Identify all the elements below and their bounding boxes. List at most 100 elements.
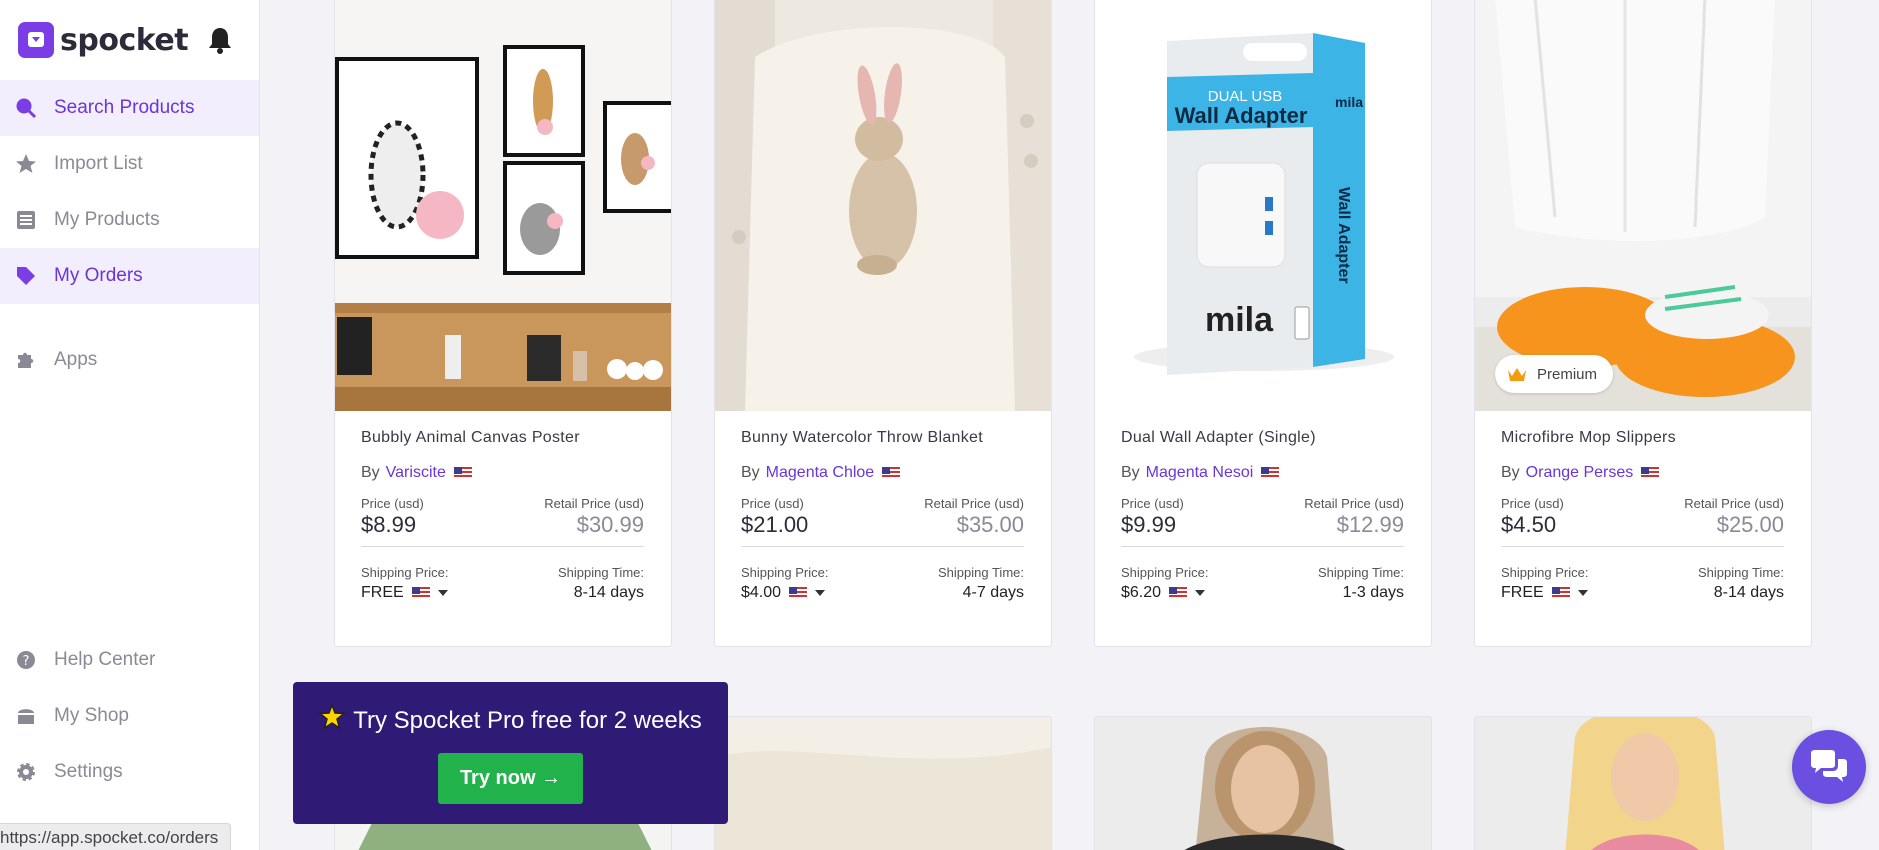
- star-icon: [318, 702, 347, 737]
- shipping-time-label: Shipping Time:: [1318, 565, 1404, 580]
- shipping-price-dropdown[interactable]: $4.00: [741, 584, 828, 602]
- tag-icon: [14, 264, 38, 288]
- supplier-link[interactable]: Variscite: [386, 464, 446, 482]
- star-icon: [14, 152, 38, 176]
- supplier-link[interactable]: Orange Perses: [1526, 464, 1634, 482]
- spocket-logo-icon: [18, 22, 54, 58]
- shipping-price-dropdown[interactable]: FREE: [1501, 584, 1588, 602]
- product-card[interactable]: Premium Microfibre Mop Slippers By Orange…: [1474, 0, 1812, 647]
- nav-spacer: [0, 304, 259, 332]
- product-card[interactable]: [1094, 716, 1432, 850]
- product-title[interactable]: Bubbly Animal Canvas Poster: [361, 429, 644, 449]
- puzzle-icon: [14, 348, 38, 372]
- divider: [1121, 546, 1404, 547]
- bottom-nav: ? Help Center My Shop Settings: [0, 632, 259, 800]
- pro-trial-banner: Try Spocket Pro free for 2 weeks Try now…: [293, 682, 728, 824]
- product-card[interactable]: [1474, 716, 1812, 850]
- shipping-price-value: FREE: [1501, 584, 1544, 601]
- supplier-link[interactable]: Magenta Nesoi: [1146, 464, 1254, 482]
- sidebar-item-my-shop[interactable]: My Shop: [0, 688, 259, 744]
- supplier-link[interactable]: Magenta Chloe: [766, 464, 875, 482]
- sidebar-item-my-orders[interactable]: My Orders: [0, 248, 259, 304]
- shop-icon: [14, 704, 38, 728]
- retail-price-label: Retail Price (usd): [1684, 496, 1784, 511]
- shipping-price-label: Shipping Price:: [741, 565, 829, 580]
- us-flag-icon: [1169, 587, 1188, 599]
- chat-icon: [1811, 750, 1847, 782]
- product-title[interactable]: Bunny Watercolor Throw Blanket: [741, 429, 1024, 449]
- shipping-price-value: $4.00: [741, 584, 782, 601]
- shipping-price-dropdown[interactable]: $6.20: [1121, 584, 1208, 602]
- product-image[interactable]: [1095, 717, 1431, 850]
- main-nav: Search Products Import List My Products …: [0, 80, 259, 388]
- sidebar-item-apps[interactable]: Apps: [0, 332, 259, 388]
- product-image[interactable]: [715, 717, 1051, 850]
- logo[interactable]: spocket: [0, 0, 259, 80]
- sidebar-item-settings[interactable]: Settings: [0, 744, 259, 800]
- shipping-time-value: 8-14 days: [1713, 584, 1784, 601]
- adapter-box-text: mila: [1205, 301, 1274, 339]
- price-label: Price (usd): [1501, 496, 1564, 511]
- sidebar-item-label: My Shop: [54, 705, 129, 726]
- divider: [1501, 546, 1784, 547]
- price-label: Price (usd): [741, 496, 804, 511]
- by-label: By: [361, 464, 380, 481]
- sidebar-item-label: Help Center: [54, 649, 156, 670]
- chat-button[interactable]: [1792, 730, 1866, 804]
- shipping-price-label: Shipping Price:: [1121, 565, 1209, 580]
- premium-label: Premium: [1537, 365, 1598, 383]
- price-label: Price (usd): [1121, 496, 1184, 511]
- retail-price-label: Retail Price (usd): [1304, 496, 1404, 511]
- retail-price-value: $12.99: [1336, 512, 1404, 537]
- product-title[interactable]: Dual Wall Adapter (Single): [1121, 429, 1404, 449]
- sidebar-item-label: My Products: [54, 209, 160, 230]
- shipping-price-value: $6.20: [1121, 584, 1162, 601]
- try-now-button[interactable]: Try now →: [437, 753, 584, 804]
- product-card[interactable]: Bunny Watercolor Throw Blanket By Magenta…: [714, 0, 1052, 647]
- retail-price-label: Retail Price (usd): [544, 496, 644, 511]
- product-image[interactable]: [715, 0, 1051, 411]
- shipping-price-label: Shipping Price:: [361, 565, 449, 580]
- product-image[interactable]: [335, 0, 671, 411]
- bell-icon[interactable]: [207, 26, 233, 59]
- us-flag-icon: [882, 467, 901, 479]
- shipping-time-label: Shipping Time:: [1698, 565, 1784, 580]
- retail-price-label: Retail Price (usd): [924, 496, 1024, 511]
- product-title[interactable]: Microfibre Mop Slippers: [1501, 429, 1784, 449]
- chevron-down-icon: [1195, 590, 1206, 596]
- shipping-time-value: 8-14 days: [573, 584, 644, 601]
- adapter-box-text: Wall Adapter: [1335, 187, 1352, 284]
- product-image[interactable]: DUAL USB Wall Adapter mila Wall Adapter …: [1095, 0, 1431, 411]
- premium-badge: Premium: [1495, 355, 1614, 393]
- product-image[interactable]: [1475, 717, 1811, 850]
- shipping-time-value: 1-3 days: [1342, 584, 1404, 601]
- us-flag-icon: [1551, 587, 1570, 599]
- us-flag-icon: [453, 467, 472, 479]
- shipping-price-dropdown[interactable]: FREE: [361, 584, 448, 602]
- product-image[interactable]: Premium: [1475, 0, 1811, 411]
- sidebar-item-my-products[interactable]: My Products: [0, 192, 259, 248]
- status-bar-url: https://app.spocket.co/orders: [0, 823, 232, 850]
- us-flag-icon: [789, 587, 808, 599]
- price-label: Price (usd): [361, 496, 424, 511]
- gear-icon: [14, 760, 38, 784]
- shipping-time-label: Shipping Time:: [558, 565, 644, 580]
- sidebar-item-search-products[interactable]: Search Products: [0, 80, 259, 136]
- sidebar-item-help-center[interactable]: ? Help Center: [0, 632, 259, 688]
- shipping-time-label: Shipping Time:: [938, 565, 1024, 580]
- us-flag-icon: [1641, 467, 1660, 479]
- list-icon: [14, 208, 38, 232]
- crown-icon: [1508, 368, 1526, 381]
- product-card[interactable]: [714, 716, 1052, 850]
- by-label: By: [1501, 464, 1520, 481]
- price-value: $4.50: [1501, 512, 1557, 537]
- retail-price-value: $30.99: [576, 512, 644, 537]
- product-card[interactable]: Bubbly Animal Canvas Poster By Variscite …: [334, 0, 672, 647]
- price-value: $9.99: [1121, 512, 1177, 537]
- promo-text: Try Spocket Pro free for 2 weeks: [353, 706, 702, 734]
- logo-text: spocket: [60, 22, 189, 58]
- product-card[interactable]: DUAL USB Wall Adapter mila Wall Adapter …: [1094, 0, 1432, 647]
- shipping-price-value: FREE: [361, 584, 404, 601]
- sidebar-item-import-list[interactable]: Import List: [0, 136, 259, 192]
- us-flag-icon: [411, 587, 430, 599]
